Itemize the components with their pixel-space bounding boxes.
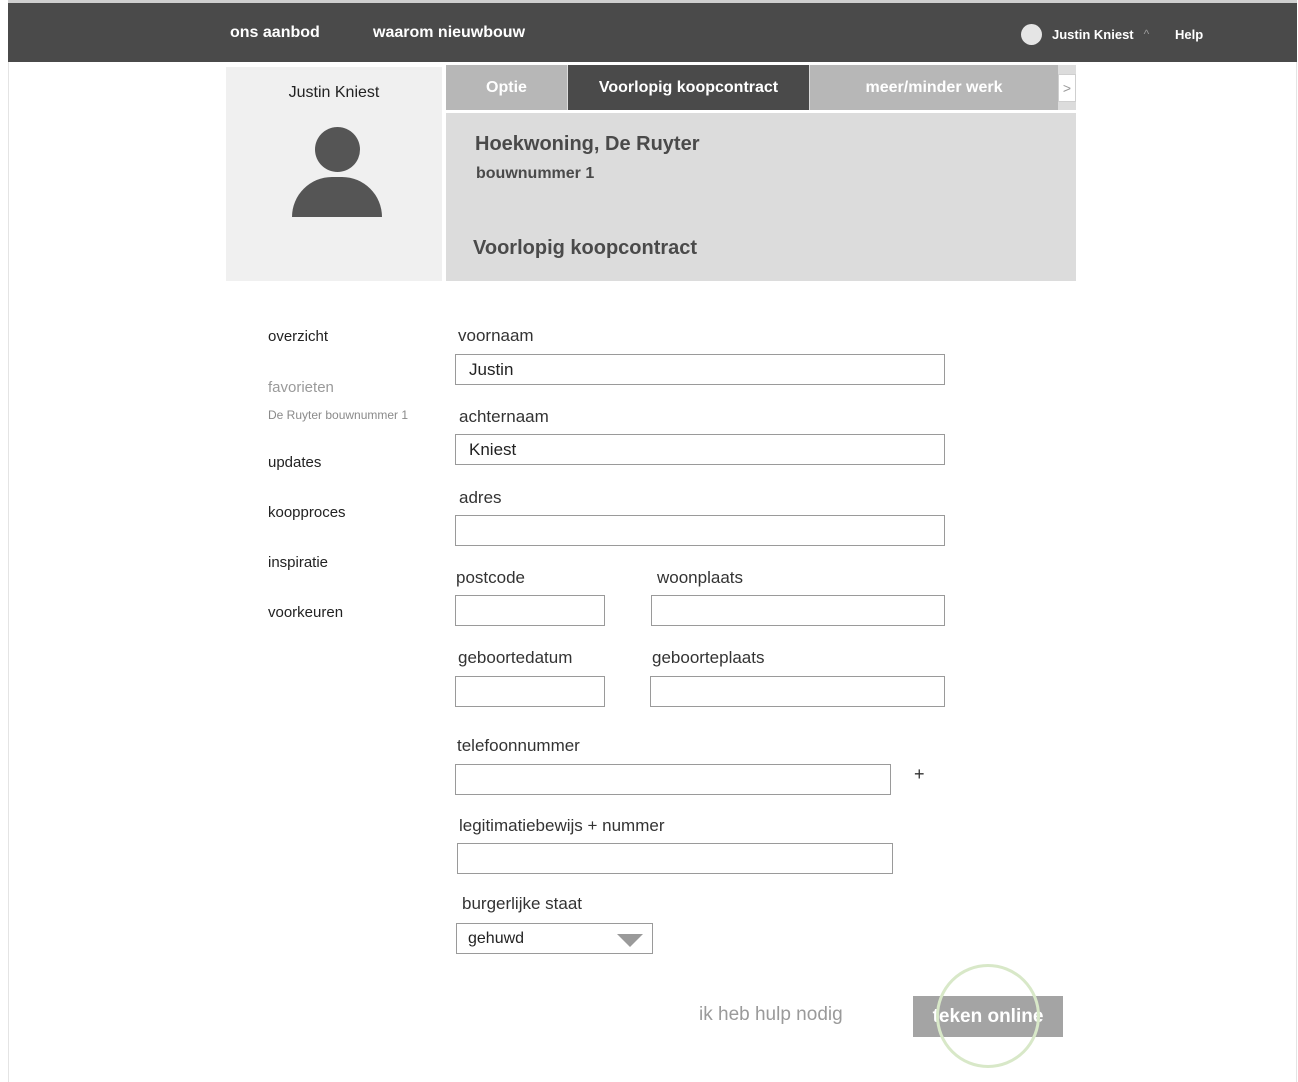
- need-help-link[interactable]: ik heb hulp nodig: [699, 1004, 843, 1026]
- user-avatar-icon: [292, 127, 382, 217]
- birth-place-field[interactable]: [650, 676, 945, 707]
- chevron-right-icon[interactable]: >: [1058, 74, 1076, 102]
- birth-place-label: geboorteplaats: [652, 648, 765, 667]
- property-banner: Hoekwoning, De Ruyter bouwnummer 1 Voorl…: [446, 113, 1076, 281]
- property-title: Hoekwoning, De Ruyter: [475, 133, 700, 155]
- city-field[interactable]: [651, 595, 945, 626]
- sidebar-item-voorkeuren[interactable]: voorkeuren: [268, 604, 343, 621]
- last-name-field[interactable]: [455, 434, 945, 465]
- address-label: adres: [459, 488, 502, 507]
- sidebar-item-favorieten[interactable]: favorieten: [268, 379, 334, 396]
- postcode-label: postcode: [456, 568, 525, 587]
- sidebar-item-koopproces[interactable]: koopproces: [268, 504, 346, 521]
- user-name: Justin Kniest: [1052, 26, 1134, 42]
- nav-ons-aanbod[interactable]: ons aanbod: [230, 24, 320, 42]
- marital-status-value: gehuwd: [468, 930, 525, 947]
- top-navigation-bar: ons aanbod waarom nieuwbouw Justin Knies…: [8, 0, 1297, 62]
- phone-field[interactable]: [455, 764, 891, 795]
- add-phone-button[interactable]: +: [914, 764, 925, 785]
- sidebar-subitem-favorite[interactable]: De Ruyter bouwnummer 1: [268, 408, 408, 422]
- id-document-label: legitimatiebewijs + nummer: [459, 816, 665, 835]
- phone-label: telefoonnummer: [457, 736, 580, 755]
- id-document-field[interactable]: [457, 843, 893, 874]
- sidebar-item-updates[interactable]: updates: [268, 454, 321, 471]
- sign-online-button[interactable]: teken online: [913, 996, 1063, 1037]
- sidebar-item-inspiratie[interactable]: inspiratie: [268, 554, 328, 571]
- sidebar-item-overzicht[interactable]: overzicht: [268, 328, 328, 345]
- address-field[interactable]: [455, 515, 945, 546]
- birth-date-field[interactable]: [455, 676, 605, 707]
- marital-status-select[interactable]: gehuwd: [456, 923, 653, 954]
- city-label: woonplaats: [657, 568, 744, 587]
- property-subtitle: bouwnummer 1: [476, 165, 595, 182]
- tab-optie[interactable]: Optie: [446, 65, 567, 110]
- last-name-label: achternaam: [459, 407, 549, 426]
- chevron-up-icon: ^: [1143, 27, 1150, 41]
- dropdown-caret-icon: [617, 934, 643, 947]
- nav-waarom-nieuwbouw[interactable]: waarom nieuwbouw: [373, 24, 525, 42]
- avatar-body: [292, 177, 382, 217]
- section-title: Voorlopig koopcontract: [473, 237, 698, 259]
- profile-name: Justin Kniest: [288, 84, 380, 101]
- first-name-field[interactable]: [455, 354, 945, 385]
- tab-meer-minder-werk[interactable]: meer/minder werk: [810, 65, 1058, 110]
- postcode-field[interactable]: [455, 595, 605, 626]
- profile-card: Justin Kniest: [226, 67, 442, 281]
- first-name-label: voornaam: [458, 326, 534, 345]
- user-avatar-icon: [1021, 23, 1042, 45]
- birth-date-label: geboortedatum: [458, 648, 573, 667]
- help-link[interactable]: Help: [1175, 27, 1203, 42]
- process-tabs: Optie Voorlopig koopcontract meer/minder…: [446, 65, 1076, 110]
- user-menu[interactable]: Justin Kniest ^: [1021, 23, 1149, 45]
- marital-status-label: burgerlijke staat: [462, 894, 583, 913]
- tab-voorlopig-koopcontract[interactable]: Voorlopig koopcontract: [568, 65, 809, 110]
- avatar-head: [315, 127, 360, 172]
